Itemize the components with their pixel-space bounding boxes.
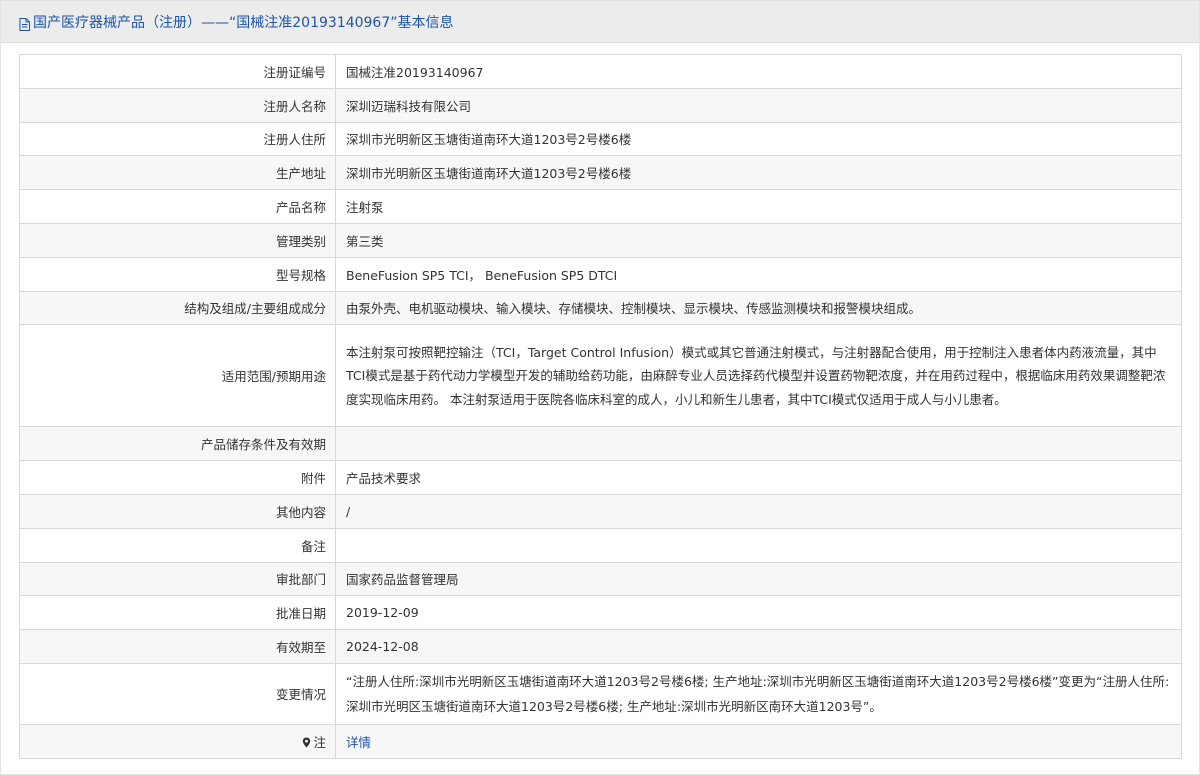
table-row: 型号规格 BeneFusion SP5 TCI， BeneFusion SP5 … — [19, 256, 1182, 292]
row-label: 有效期至 — [19, 629, 336, 664]
row-value: “注册人住所:深圳市光明新区玉塘街道南环大道1203号2号楼6楼; 生产地址:深… — [335, 662, 1182, 725]
row-label: 变更情况 — [19, 662, 336, 725]
row-value: 注射泵 — [335, 189, 1182, 224]
row-label: 其他内容 — [19, 493, 336, 529]
info-panel: 国产医疗器械产品（注册）——“国械注准20193140967”基本信息 注册证编… — [0, 0, 1200, 775]
table-row: 批准日期 2019-12-09 — [19, 595, 1182, 631]
row-value: 2024-12-08 — [335, 629, 1182, 664]
row-value — [335, 426, 1182, 462]
row-label: 注册证编号 — [19, 54, 336, 89]
row-value: / — [335, 493, 1182, 529]
table-row: 注册证编号 国械注准20193140967 — [19, 54, 1182, 89]
document-icon — [19, 16, 30, 31]
table-row: 有效期至 2024-12-08 — [19, 629, 1182, 664]
row-value: 国家药品监督管理局 — [335, 561, 1182, 597]
row-label: 生产地址 — [19, 155, 336, 191]
table-row: 结构及组成/主要组成成分 由泵外壳、电机驱动模块、输入模块、存储模块、控制模块、… — [19, 290, 1182, 326]
table-row: 附件 产品技术要求 — [19, 460, 1182, 495]
row-label: 附件 — [19, 460, 336, 495]
table-row: 注册人住所 深圳市光明新区玉塘街道南环大道1203号2号楼6楼 — [19, 121, 1182, 157]
note-label: 注 — [313, 734, 326, 750]
page-title: 国产医疗器械产品（注册）——“国械注准20193140967”基本信息 — [33, 14, 454, 31]
info-table: 注册证编号 国械注准20193140967 注册人名称 深圳迈瑞科技有限公司 注… — [19, 54, 1182, 759]
row-label: 备注 — [19, 527, 336, 563]
row-value: 深圳市光明新区玉塘街道南环大道1203号2号楼6楼 — [335, 155, 1182, 191]
row-value: 国械注准20193140967 — [335, 54, 1182, 89]
details-link[interactable]: 详情 — [346, 735, 371, 750]
row-value: 2019-12-09 — [335, 595, 1182, 631]
table-row: 备注 — [19, 527, 1182, 563]
row-value: 产品技术要求 — [335, 460, 1182, 495]
row-label: 注册人住所 — [19, 121, 336, 157]
table-row: 生产地址 深圳市光明新区玉塘街道南环大道1203号2号楼6楼 — [19, 155, 1182, 191]
note-label-cell: 注 — [19, 723, 336, 759]
row-value: 本注射泵可按照靶控输注（TCI，Target Control Infusion）… — [335, 324, 1182, 428]
row-value — [335, 527, 1182, 563]
table-row: 产品名称 注射泵 — [19, 189, 1182, 224]
panel-header: 国产医疗器械产品（注册）——“国械注准20193140967”基本信息 — [1, 1, 1199, 43]
row-label: 结构及组成/主要组成成分 — [19, 290, 336, 326]
row-label: 适用范围/预期用途 — [19, 324, 336, 428]
row-value: 第三类 — [335, 222, 1182, 258]
table-row: 变更情况 “注册人住所:深圳市光明新区玉塘街道南环大道1203号2号楼6楼; 生… — [19, 662, 1182, 725]
table-row: 注册人名称 深圳迈瑞科技有限公司 — [19, 87, 1182, 123]
table-row: 管理类别 第三类 — [19, 222, 1182, 258]
pin-icon — [302, 736, 311, 748]
info-table-wrap: 注册证编号 国械注准20193140967 注册人名称 深圳迈瑞科技有限公司 注… — [19, 54, 1182, 759]
row-value: BeneFusion SP5 TCI， BeneFusion SP5 DTCI — [335, 256, 1182, 292]
row-label: 审批部门 — [19, 561, 336, 597]
table-row: 其他内容 / — [19, 493, 1182, 529]
row-label: 管理类别 — [19, 222, 336, 258]
note-row: 注 详情 — [19, 723, 1182, 759]
row-value: 深圳市光明新区玉塘街道南环大道1203号2号楼6楼 — [335, 121, 1182, 157]
row-label: 注册人名称 — [19, 87, 336, 123]
table-row: 产品储存条件及有效期 — [19, 426, 1182, 462]
note-value-cell: 详情 — [335, 723, 1182, 759]
row-value: 由泵外壳、电机驱动模块、输入模块、存储模块、控制模块、显示模块、传感监测模块和报… — [335, 290, 1182, 326]
table-row: 适用范围/预期用途 本注射泵可按照靶控输注（TCI，Target Control… — [19, 324, 1182, 428]
row-label: 型号规格 — [19, 256, 336, 292]
row-label: 批准日期 — [19, 595, 336, 631]
row-value: 深圳迈瑞科技有限公司 — [335, 87, 1182, 123]
row-label: 产品储存条件及有效期 — [19, 426, 336, 462]
table-row: 审批部门 国家药品监督管理局 — [19, 561, 1182, 597]
row-label: 产品名称 — [19, 189, 336, 224]
